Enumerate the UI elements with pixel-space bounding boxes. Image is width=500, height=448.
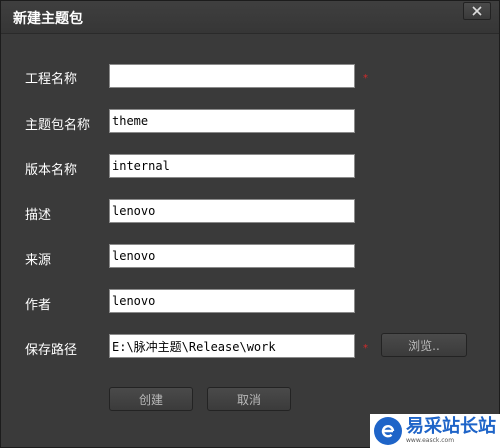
watermark-title: 易采站长站 — [406, 416, 496, 437]
new-theme-package-dialog: 新建主题包 工程名称 * 主题包名称 版本名称 描述 来源 作者 保存路径 * … — [0, 0, 500, 448]
required-mark: * — [363, 73, 368, 84]
watermark-url: www.easck.com — [406, 437, 455, 444]
create-button[interactable]: 创建 — [109, 387, 193, 411]
title-bar: 新建主题包 — [1, 1, 499, 34]
description-label: 描述 — [25, 208, 52, 223]
source-input[interactable] — [109, 244, 355, 268]
description-input[interactable] — [109, 199, 355, 223]
close-icon — [472, 6, 482, 16]
e-logo-icon — [374, 417, 402, 445]
author-label: 作者 — [25, 298, 52, 313]
version-name-label: 版本名称 — [25, 163, 78, 178]
theme-package-name-input[interactable] — [109, 109, 355, 133]
project-name-label: 工程名称 — [25, 72, 78, 87]
site-watermark: 易采站长站 www.easck.com — [370, 414, 500, 448]
theme-package-name-label: 主题包名称 — [25, 118, 91, 133]
required-mark: * — [363, 343, 368, 354]
source-label: 来源 — [25, 253, 52, 268]
cancel-button[interactable]: 取消 — [207, 387, 291, 411]
author-input[interactable] — [109, 289, 355, 313]
close-button[interactable] — [463, 2, 491, 20]
browse-button[interactable]: 浏览.. — [381, 333, 467, 357]
project-name-input[interactable] — [109, 64, 355, 88]
version-name-input[interactable] — [109, 154, 355, 178]
save-path-label: 保存路径 — [25, 343, 78, 358]
save-path-input[interactable] — [109, 334, 355, 358]
dialog-title: 新建主题包 — [13, 11, 83, 27]
